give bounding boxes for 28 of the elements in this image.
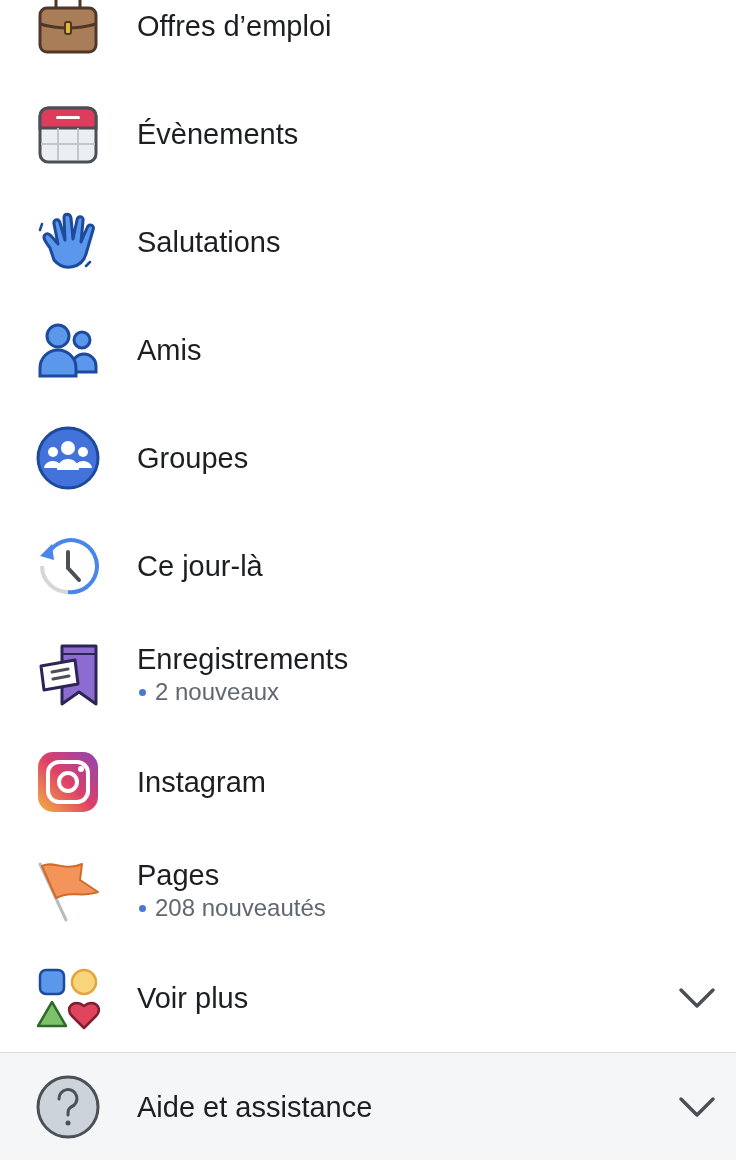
help-icon <box>36 1074 100 1139</box>
menu-item[interactable]: Amis <box>0 296 736 404</box>
menu-item-label: Instagram <box>137 765 267 800</box>
shapes-icon <box>36 966 100 1030</box>
menu-item-label: Pages <box>137 858 221 893</box>
menu-item-label: Enregistrements <box>137 642 350 677</box>
menu-item-label: Amis <box>137 333 203 368</box>
help-section[interactable]: Aide et assistance <box>0 1052 736 1160</box>
menu-item-label: Offres d’emploi <box>137 9 333 44</box>
menu-item-label: Voir plus <box>137 981 250 1016</box>
menu-item[interactable]: Groupes <box>0 404 736 512</box>
menu-item[interactable]: Offres d’emploi <box>0 0 736 80</box>
menu-item-label: Aide et assistance <box>137 1089 374 1125</box>
menu-item[interactable]: Salutations <box>0 188 736 296</box>
menu-item-label: Ce jour-là <box>137 549 264 584</box>
notification-count: 208 nouveautés <box>137 893 716 923</box>
menu-item-label: Salutations <box>137 225 282 260</box>
notification-count: 2 nouveaux <box>137 677 716 707</box>
menu-item[interactable]: Ce jour-là <box>0 512 736 620</box>
menu-item[interactable]: Voir plus <box>0 944 736 1052</box>
menu-item-label: Groupes <box>137 441 250 476</box>
menu-item[interactable]: Enregistrements 2 nouveaux <box>0 620 736 728</box>
menu-item[interactable]: Instagram <box>0 728 736 836</box>
menu-item[interactable]: Pages 208 nouveautés <box>0 836 736 944</box>
menu-item[interactable]: Évènements <box>0 80 736 188</box>
groups-icon <box>36 426 100 490</box>
camera-icon <box>36 750 100 814</box>
menu-item-label: Évènements <box>137 117 300 152</box>
